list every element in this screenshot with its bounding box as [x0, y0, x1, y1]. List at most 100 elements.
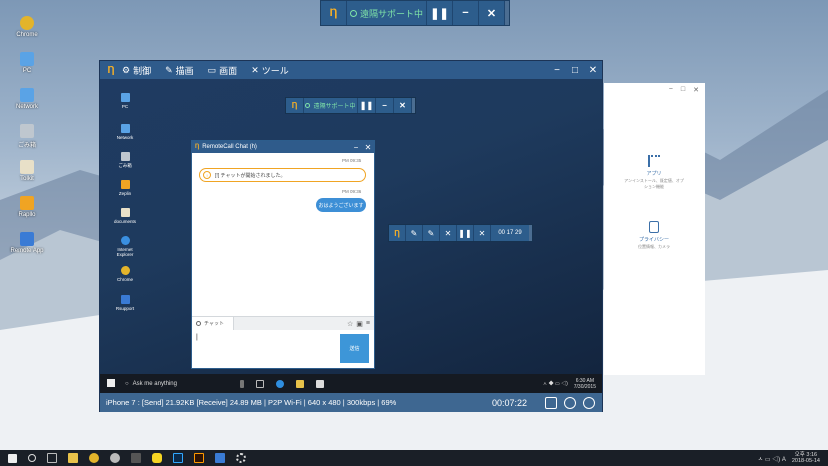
support-status: 遠隔サポート中 [304, 98, 358, 113]
internet-explorer-icon [120, 236, 130, 245]
task-view-icon[interactable] [256, 379, 264, 388]
system-message-time: PM 09:35 [342, 158, 362, 163]
desktop-icon-chrome[interactable]: Chrome [4, 16, 50, 38]
text-caret: | [196, 334, 198, 341]
remote-icon-chrome[interactable]: Chrome [110, 266, 140, 282]
remote-screen[interactable]: PC Network ごみ箱 Zeplin documents Internet… [100, 79, 602, 393]
panel-close-button[interactable]: ✕ [693, 86, 699, 94]
tab-chat[interactable]: チャット [192, 317, 234, 330]
window-titlebar[interactable]: Ƞ ⚙ 制御 ✎ 描画 ▭ 画面 ✕ ツール − □ ✕ [100, 61, 602, 79]
remote-icon-trash[interactable]: ごみ箱 [110, 152, 140, 169]
favorite-icon[interactable]: ☆ [347, 320, 353, 328]
close-button[interactable]: ✕ [479, 1, 505, 25]
search-icon[interactable] [28, 454, 36, 462]
pen-icon[interactable]: ✎ [406, 225, 423, 241]
photoshop-icon[interactable] [173, 453, 183, 463]
remote-support-toolbar: Ƞ 遠隔サポート中 ❚❚ − ✕ [285, 97, 416, 114]
menu-draw[interactable]: ✎ 描画 [165, 64, 194, 77]
pause-button[interactable]: ❚❚ [358, 98, 376, 113]
desktop-icon-pc[interactable]: PC [4, 52, 50, 74]
chat-window-controls: − ✕ [350, 143, 374, 152]
drag-handle[interactable] [529, 225, 532, 241]
remote-icon-documents[interactable]: documents [110, 208, 140, 224]
panel-window-controls: − □ ✕ [669, 86, 699, 94]
drag-handle[interactable] [412, 98, 415, 113]
panel-maximize-button[interactable]: □ [681, 86, 685, 94]
window-controls: − □ ✕ [548, 65, 602, 76]
draw-icon[interactable]: ✎ [423, 225, 440, 241]
file-explorer-icon[interactable] [296, 379, 304, 388]
settings-item-apps[interactable]: アプリ アンインストール、既定値、オプション機能 [624, 155, 684, 190]
trash-icon [120, 152, 130, 161]
pen-icon: ✎ [165, 64, 173, 75]
windows-start-icon[interactable] [8, 453, 17, 463]
system-message: ! [!] チャットが開始されました。 [199, 168, 366, 182]
menu-screen[interactable]: ▭ 画面 [208, 64, 238, 77]
menu-control[interactable]: ⚙ 制御 [122, 64, 151, 77]
desktop-icon-trash[interactable]: ごみ箱 [4, 124, 50, 149]
system-tray: ㅅ ▭ ◁) A 오후 3:16 2018-05-14 [758, 452, 820, 464]
chat-minimize-button[interactable]: − [350, 143, 362, 152]
desktop-icon-remote[interactable]: Remote App [4, 232, 50, 254]
floating-toolbar: Ƞ ✎ ✎ ✕ ❚❚ ✕ 00 17 29 [388, 224, 533, 242]
remote-icon-ie[interactable]: Internet Explorer [110, 236, 140, 257]
control-icon: ⚙ [122, 64, 131, 75]
edge-icon[interactable] [276, 379, 284, 388]
microphone-icon[interactable] [240, 379, 244, 388]
chat-title: RemoteCall Chat (h) [202, 144, 257, 150]
settings-gear-icon[interactable] [236, 453, 246, 463]
capture-icon[interactable]: ▣ [356, 320, 363, 328]
cloud-app-icon[interactable] [110, 453, 120, 463]
desktop-icon-network[interactable]: Network [4, 88, 50, 110]
chat-titlebar[interactable]: Ƞ RemoteCall Chat (h) − ✕ [192, 141, 374, 153]
minimize-button[interactable]: − [376, 98, 394, 113]
panel-minimize-button[interactable]: − [669, 86, 673, 94]
close-button[interactable]: ✕ [394, 98, 412, 113]
settings-item-privacy[interactable]: プライバシー 位置情報、カメラ [624, 221, 684, 250]
task-view-icon[interactable] [47, 453, 57, 463]
pause-button[interactable]: ❚❚ [427, 1, 453, 25]
minimize-button[interactable]: − [453, 1, 479, 25]
illustrator-icon[interactable] [194, 453, 204, 463]
menu-icon[interactable]: ≡ [366, 320, 370, 328]
chat-input-toolbar: チャット ☆ ▣ ≡ [192, 316, 374, 330]
pause-button[interactable]: ❚❚ [457, 225, 474, 241]
file-explorer-icon[interactable] [68, 453, 78, 463]
rsupport-logo-icon: Ƞ [321, 1, 347, 25]
drag-handle[interactable] [505, 1, 509, 25]
close-button[interactable]: ✕ [474, 225, 491, 241]
tray-icons[interactable]: ㅅ ▭ ◁) A [758, 454, 786, 463]
maximize-button[interactable]: □ [566, 65, 584, 76]
close-button[interactable]: ✕ [584, 65, 602, 76]
rsupport-logo-icon: Ƞ [107, 64, 115, 76]
chrome-icon[interactable] [89, 453, 99, 463]
store-icon[interactable] [316, 379, 324, 388]
remote-icon-rsupport[interactable]: Rsupport [110, 295, 140, 311]
remote-icon-zeplin[interactable]: Zeplin [110, 180, 140, 196]
elapsed-time: 00:07:22 [491, 397, 527, 408]
remote-taskbar: ○ Ask me anything ㅅ ◆ ▭ ◁) 6:30 AM 7/30/… [100, 374, 602, 393]
chat-input[interactable]: | [196, 334, 336, 363]
send-button[interactable]: 送信 [340, 334, 369, 363]
chat-close-button[interactable]: ✕ [362, 143, 374, 152]
minimize-button[interactable]: − [548, 65, 566, 76]
refresh-icon[interactable] [583, 396, 595, 409]
remote-call-icon[interactable] [215, 453, 225, 463]
desktop-icon-rapllo[interactable]: Rapllo [4, 196, 50, 218]
menu-tools[interactable]: ✕ ツール [251, 64, 289, 77]
remote-search-box[interactable]: ○ Ask me anything [125, 381, 235, 387]
record-icon[interactable] [564, 396, 576, 409]
chat-message-bubble: おはようございます [316, 198, 366, 212]
kakaotalk-icon[interactable] [152, 453, 162, 463]
camera-icon[interactable] [545, 396, 557, 409]
remote-icon-network[interactable]: Network [110, 124, 140, 140]
tools-icon[interactable]: ✕ [440, 225, 457, 241]
connection-statusbar: iPhone 7 : [Send] 21.92KB [Receive] 24.8… [100, 393, 602, 412]
status-dot-icon [305, 103, 311, 108]
remote-clock: 6:30 AM 7/30/2015 [573, 377, 596, 390]
calculator-icon[interactable] [131, 453, 141, 463]
desktop-icon-tolkit[interactable]: Tolkit [4, 160, 50, 182]
windows-start-icon[interactable] [107, 379, 115, 387]
tray-icons[interactable]: ㅅ ◆ ▭ ◁) [543, 380, 568, 387]
remote-icon-pc[interactable]: PC [110, 93, 140, 109]
